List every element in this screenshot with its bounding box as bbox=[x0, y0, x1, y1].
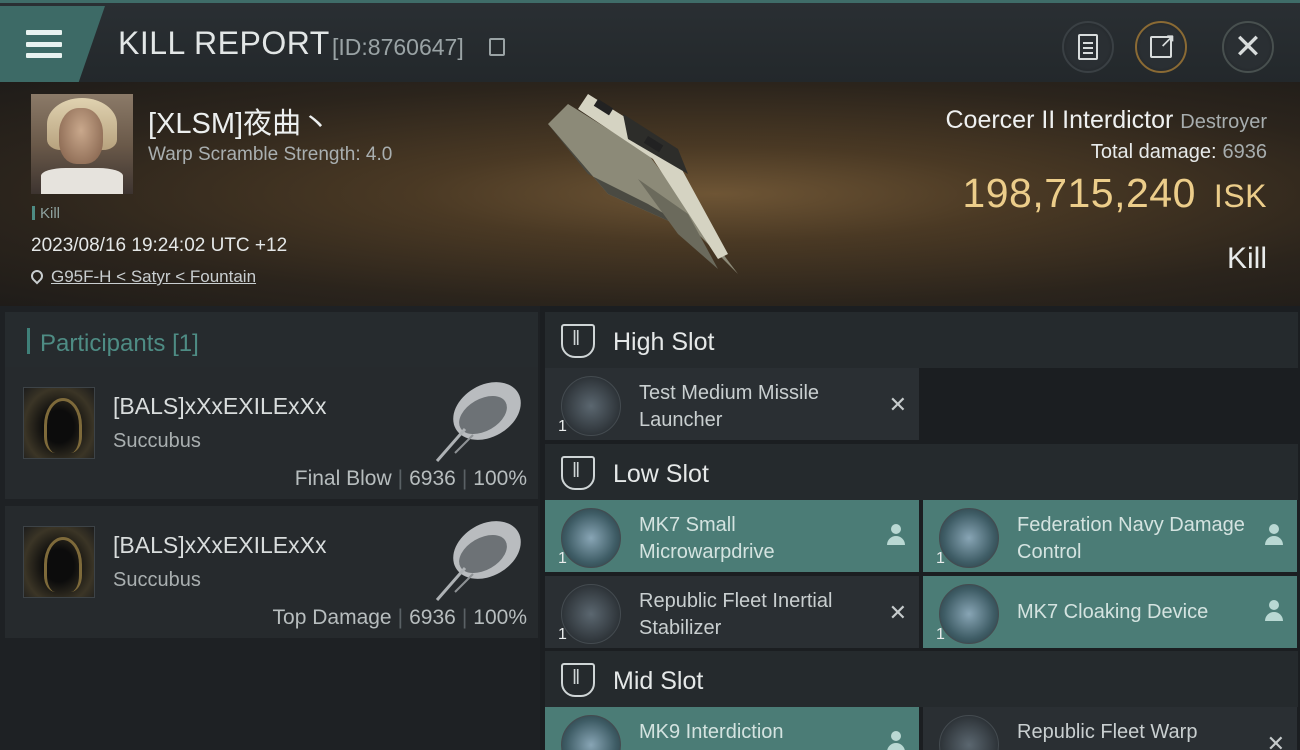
missile-launcher-icon bbox=[561, 376, 621, 436]
interdiction-icon bbox=[561, 715, 621, 750]
module-name: Federation Navy Damage Control bbox=[1017, 514, 1245, 563]
share-icon bbox=[1150, 28, 1176, 58]
high-slot-header: High Slot bbox=[545, 312, 1298, 368]
participant-stats: Final Blow | 6936 | 100% bbox=[294, 467, 527, 490]
participants-heading: Participants bbox=[40, 330, 166, 357]
module-item[interactable]: 1 Republic Fleet Warp ✕ bbox=[923, 707, 1297, 750]
inertial-stabilizer-icon bbox=[561, 584, 621, 644]
header-bar: KILL REPORT [ID:8760647] ✕ bbox=[0, 0, 1300, 82]
module-item[interactable]: 1 MK7 Small Microwarpdrive bbox=[545, 500, 919, 572]
participant-name: [BALS]xXxEXILExXx bbox=[113, 393, 327, 419]
microwarpdrive-icon bbox=[561, 508, 621, 568]
close-icon: ✕ bbox=[1233, 28, 1263, 66]
victim-ship-image[interactable] bbox=[528, 84, 768, 294]
fitting-panel: High Slot 1 Test Medium Missile Launcher… bbox=[540, 306, 1300, 750]
mid-slot-header: Mid Slot bbox=[545, 651, 1298, 707]
participant-ship: Succubus bbox=[113, 430, 201, 452]
module-item[interactable]: 1 Republic Fleet Inertial Stabilizer ✕ bbox=[545, 576, 919, 648]
victim-portrait[interactable] bbox=[31, 94, 133, 194]
module-item[interactable]: 1 Federation Navy Damage Control bbox=[923, 500, 1297, 572]
low-slot-header: Low Slot bbox=[545, 444, 1298, 500]
share-button[interactable] bbox=[1135, 21, 1187, 73]
participant-avatar[interactable] bbox=[23, 526, 95, 598]
participant-name: [BALS]xXxEXILExXx bbox=[113, 532, 327, 558]
ship-class: Destroyer bbox=[1180, 111, 1267, 133]
kill-datetime: 2023/08/16 19:24:02 UTC +12 bbox=[31, 235, 288, 256]
damage-control-icon bbox=[939, 508, 999, 568]
page-title: KILL REPORT bbox=[118, 25, 330, 61]
victim-subtitle: Warp Scramble Strength: 4.0 bbox=[148, 144, 393, 165]
kill-tag: Kill bbox=[32, 205, 60, 222]
total-damage: Total damage: 6936 bbox=[1090, 141, 1267, 163]
module-name: MK7 Cloaking Device bbox=[1017, 601, 1209, 623]
module-name: Republic Fleet Warp bbox=[1017, 721, 1198, 743]
high-slot-icon bbox=[561, 324, 595, 358]
isk-value: 198,715,240 ISK bbox=[962, 170, 1267, 216]
dropped-icon bbox=[1265, 524, 1283, 546]
participant-ship-image[interactable] bbox=[425, 512, 525, 604]
destroyed-icon: ✕ bbox=[888, 392, 907, 417]
participant-ship: Succubus bbox=[113, 569, 201, 591]
menu-icon bbox=[26, 30, 62, 58]
low-slot-icon bbox=[561, 456, 595, 490]
module-item[interactable]: 1 Test Medium Missile Launcher ✕ bbox=[545, 368, 919, 440]
victim-name[interactable]: [XLSM]夜曲丶 bbox=[148, 100, 330, 142]
copy-icon[interactable] bbox=[489, 38, 505, 56]
participant-avatar[interactable] bbox=[23, 387, 95, 459]
module-item[interactable]: 1 MK7 Cloaking Device bbox=[923, 576, 1297, 648]
result-label: Kill bbox=[1226, 242, 1267, 275]
participants-panel: Participants [1] [BALS]xXxEXILExXx Succu… bbox=[0, 306, 540, 750]
kill-summary: [XLSM]夜曲丶 Warp Scramble Strength: 4.0 Ki… bbox=[0, 82, 1300, 306]
close-button[interactable]: ✕ bbox=[1222, 21, 1274, 73]
mid-slot-icon bbox=[561, 663, 595, 697]
clipboard-button[interactable] bbox=[1062, 21, 1114, 73]
kill-location[interactable]: G95F-H < Satyr < Fountain bbox=[28, 267, 256, 287]
destroyed-icon: ✕ bbox=[888, 600, 907, 625]
participant-ship-image[interactable] bbox=[425, 373, 525, 465]
dropped-icon bbox=[887, 731, 905, 750]
module-name: MK7 Small Microwarpdrive bbox=[639, 514, 775, 563]
clipboard-icon bbox=[1078, 34, 1098, 60]
cloaking-device-icon bbox=[939, 584, 999, 644]
report-id: [ID:8760647] bbox=[332, 34, 464, 60]
participants-header: Participants [1] bbox=[5, 312, 538, 370]
dropped-icon bbox=[887, 524, 905, 546]
module-item[interactable]: 1 MK9 Interdiction bbox=[545, 707, 919, 750]
participant-stats: Top Damage | 6936 | 100% bbox=[272, 606, 527, 629]
participants-count: [1] bbox=[172, 330, 199, 357]
location-link[interactable]: G95F-H < Satyr < Fountain bbox=[51, 267, 256, 286]
warp-module-icon bbox=[939, 715, 999, 750]
location-pin-icon bbox=[28, 267, 46, 285]
module-name: Republic Fleet Inertial Stabilizer bbox=[639, 590, 833, 639]
menu-button[interactable] bbox=[0, 6, 105, 82]
module-name: Test Medium Missile Launcher bbox=[639, 382, 820, 431]
dropped-icon bbox=[1265, 600, 1283, 622]
module-name: MK9 Interdiction bbox=[639, 721, 784, 743]
ship-name[interactable]: Coercer II Interdictor Destroyer bbox=[945, 106, 1267, 135]
participant-card[interactable]: [BALS]xXxEXILExXx Succubus Final Blow | 69… bbox=[5, 367, 538, 499]
participant-card[interactable]: [BALS]xXxEXILExXx Succubus Top Damage | 69… bbox=[5, 506, 538, 638]
destroyed-icon: ✕ bbox=[1266, 731, 1285, 750]
